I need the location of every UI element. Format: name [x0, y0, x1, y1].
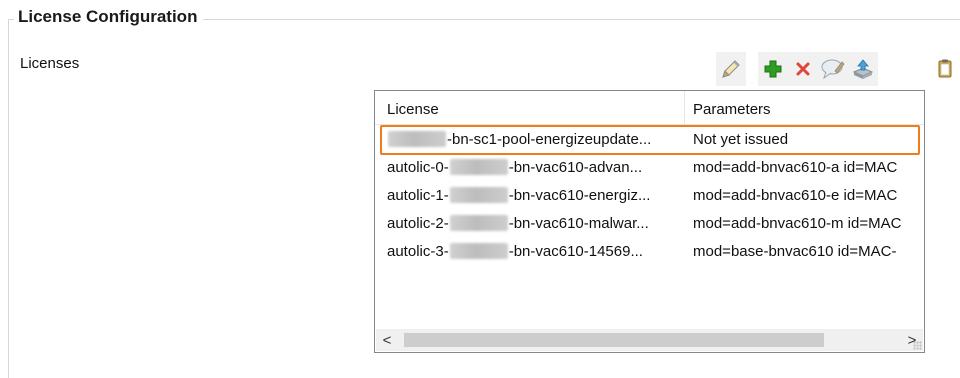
- delete-button[interactable]: [788, 52, 818, 86]
- license-cell: autolic-1- -bn-vac610-energiz...: [387, 182, 683, 210]
- parameters-cell: mod=base-bnvac610 id=MAC-: [693, 243, 897, 260]
- redacted-text: [449, 187, 508, 203]
- license-cell: autolic-0- -bn-vac610-advan...: [387, 154, 683, 182]
- column-header-license[interactable]: License: [375, 91, 685, 124]
- license-prefix-text: autolic-3-: [387, 243, 449, 260]
- paste-button[interactable]: [930, 52, 960, 86]
- column-header-parameters[interactable]: Parameters: [685, 91, 925, 124]
- parameters-cell: Not yet issued: [693, 131, 789, 148]
- license-cell: autolic-2- -bn-vac610-malwar...: [387, 210, 683, 238]
- license-name-text: -bn-vac610-advan...: [508, 159, 643, 176]
- add-button[interactable]: [758, 52, 788, 86]
- parameters-cell: mod=add-bnvac610-e id=MAC: [693, 187, 898, 204]
- add-icon: [764, 60, 782, 78]
- license-cell: -bn-sc1-pool-energizeupdate...: [387, 126, 683, 154]
- license-cell: autolic-3- -bn-vac610-14569...: [387, 238, 683, 266]
- redacted-text: [449, 159, 508, 175]
- horizontal-scrollbar[interactable]: < >: [376, 329, 923, 351]
- license-row[interactable]: autolic-3- -bn-vac610-14569... mod=base-b…: [375, 238, 924, 266]
- edit-button[interactable]: [716, 52, 746, 86]
- license-row-selected[interactable]: -bn-sc1-pool-energizeupdate... Not yet i…: [375, 125, 924, 155]
- license-name-text: -bn-sc1-pool-energizeupdate...: [447, 131, 652, 148]
- licenses-label: Licenses: [20, 55, 80, 72]
- license-row[interactable]: autolic-1- -bn-vac610-energiz... mod=add-…: [375, 182, 924, 210]
- license-prefix-text: autolic-2-: [387, 215, 449, 232]
- groupbox-border-left: [8, 19, 9, 378]
- parameters-cell: mod=add-bnvac610-a id=MAC: [693, 159, 898, 176]
- license-prefix-text: autolic-1-: [387, 187, 449, 204]
- paste-icon: [938, 59, 952, 78]
- section-title: License Configuration: [14, 6, 204, 28]
- license-toolbar: [716, 52, 960, 86]
- license-row[interactable]: autolic-0- -bn-vac610-advan... mod=add-bn…: [375, 154, 924, 182]
- resize-grip-icon[interactable]: [913, 341, 922, 350]
- comment-icon: [821, 59, 845, 80]
- edit-icon: [722, 60, 740, 78]
- export-button[interactable]: [848, 52, 878, 86]
- redacted-text: [388, 131, 446, 147]
- license-prefix-text: autolic-0-: [387, 159, 449, 176]
- licenses-list[interactable]: License Parameters -bn-sc1-pool-energize…: [374, 90, 925, 353]
- scroll-left-button[interactable]: <: [376, 329, 398, 351]
- license-name-text: -bn-vac610-malwar...: [508, 215, 649, 232]
- redacted-text: [449, 243, 508, 259]
- export-icon: [852, 59, 874, 79]
- delete-icon: [796, 62, 810, 76]
- comment-button[interactable]: [818, 52, 848, 86]
- redacted-text: [449, 215, 508, 231]
- scrollbar-thumb[interactable]: [404, 333, 824, 347]
- license-name-text: -bn-vac610-14569...: [508, 243, 643, 260]
- parameters-cell: mod=add-bnvac610-m id=MAC: [693, 215, 902, 232]
- list-header: License Parameters: [375, 91, 924, 125]
- license-row[interactable]: autolic-2- -bn-vac610-malwar... mod=add-b…: [375, 210, 924, 238]
- license-name-text: -bn-vac610-energiz...: [508, 187, 651, 204]
